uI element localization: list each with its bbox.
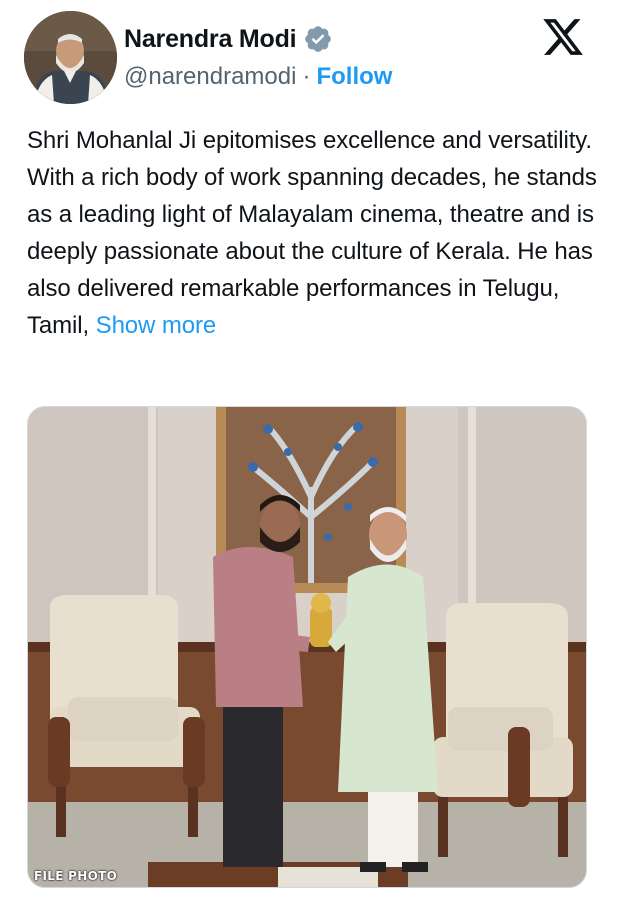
photo-watermark: FILE PHOTO xyxy=(34,869,118,883)
tweet-body: Shri Mohanlal Ji epitomises excellence a… xyxy=(27,122,597,344)
separator-dot: · xyxy=(302,63,311,90)
photo-image xyxy=(28,407,586,887)
x-logo-icon[interactable] xyxy=(541,15,585,59)
author-avatar[interactable] xyxy=(24,11,117,104)
tweet-card: Narendra Modi @narendramodi · Follow Shr… xyxy=(0,0,617,908)
author-display-name[interactable]: Narendra Modi xyxy=(124,25,297,54)
follow-button[interactable]: Follow xyxy=(316,63,392,91)
tweet-photo[interactable]: FILE PHOTO xyxy=(27,406,587,888)
author-handle-row: @narendramodi · Follow xyxy=(124,60,392,94)
author-handle[interactable]: @narendramodi xyxy=(124,63,296,91)
verified-badge-icon xyxy=(303,24,333,54)
tweet-text: Shri Mohanlal Ji epitomises excellence a… xyxy=(27,127,597,339)
show-more-link[interactable]: Show more xyxy=(96,312,217,339)
author-name-row: Narendra Modi xyxy=(124,20,333,58)
avatar-image xyxy=(24,11,117,104)
